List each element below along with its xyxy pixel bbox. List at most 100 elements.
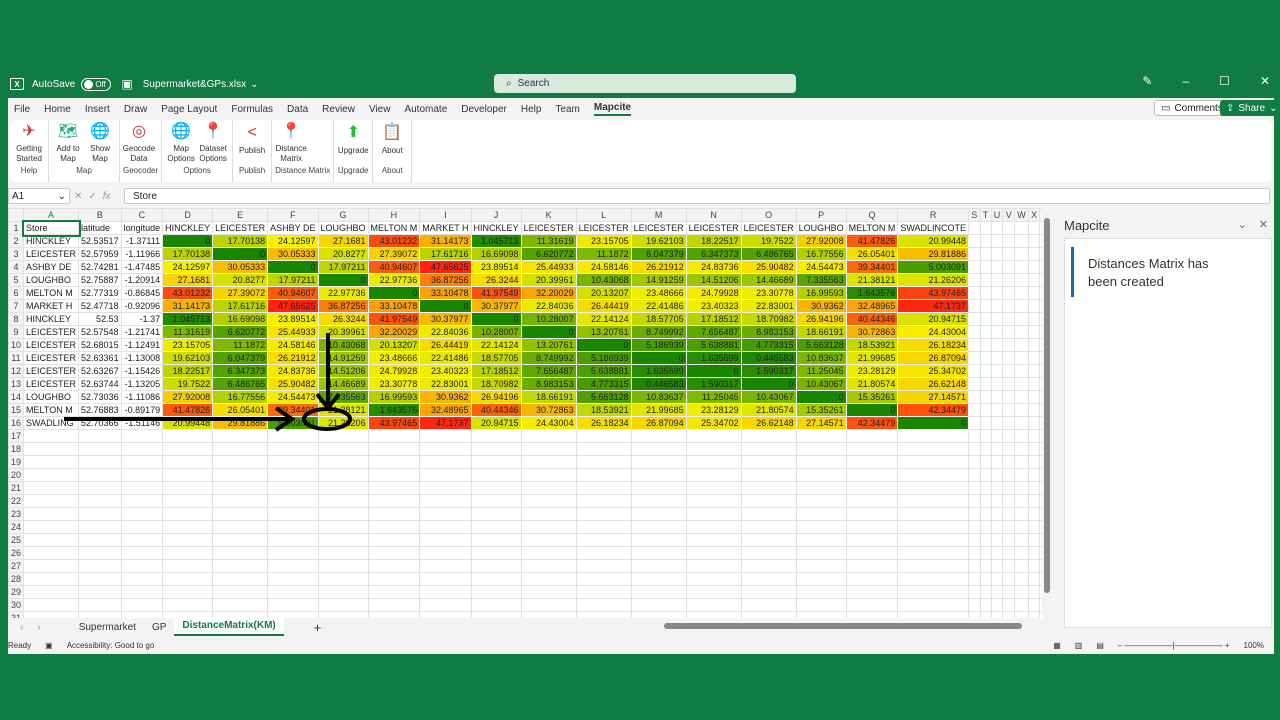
cell[interactable] (685, 442, 742, 456)
cell[interactable] (1013, 377, 1029, 391)
cell[interactable]: 0 (367, 286, 421, 300)
row-header[interactable]: 20 (8, 468, 25, 482)
cell[interactable] (979, 351, 992, 365)
cell[interactable] (979, 507, 992, 521)
cell[interactable]: 42.34479 (897, 403, 969, 417)
cell[interactable]: 11.1872 (575, 247, 632, 261)
cell[interactable]: -1.47485 (120, 260, 164, 274)
cell[interactable] (267, 533, 319, 547)
cell[interactable]: LEICESTER (575, 221, 632, 235)
column-header[interactable]: D (162, 208, 214, 222)
cell[interactable]: 23.40323 (685, 299, 742, 313)
cell[interactable] (1002, 494, 1015, 508)
cell[interactable]: 17.61716 (419, 247, 472, 261)
cell[interactable]: 26.05401 (212, 403, 269, 417)
cell[interactable] (212, 572, 269, 586)
cell[interactable]: 26.44419 (419, 338, 472, 352)
cell[interactable] (1013, 351, 1029, 365)
accessibility-status[interactable]: Accessibility: Good to go (67, 641, 155, 650)
row-header[interactable]: 15 (8, 403, 25, 417)
cell[interactable] (1002, 598, 1015, 612)
about-button[interactable]: 📋 About (376, 120, 408, 164)
cell[interactable] (120, 559, 164, 573)
horizontal-scrollbar[interactable] (658, 622, 1038, 630)
cell[interactable] (795, 455, 847, 469)
cell[interactable]: 5.638881 (685, 338, 742, 352)
column-header[interactable]: V (1002, 208, 1015, 222)
name-box[interactable]: A1 ⌄ (8, 188, 70, 204)
cell[interactable] (1027, 598, 1041, 612)
menu-tab-file[interactable]: File (14, 104, 30, 115)
column-header[interactable]: E (212, 208, 269, 222)
cell[interactable]: 0 (470, 312, 522, 326)
cell[interactable]: 16.77556 (212, 390, 269, 404)
cell[interactable]: 10.43068 (317, 338, 369, 352)
cell[interactable] (1002, 234, 1015, 248)
cell[interactable] (1027, 520, 1041, 534)
cell[interactable] (795, 559, 847, 573)
cell[interactable] (1013, 442, 1029, 456)
cell[interactable]: 30.72863 (520, 403, 577, 417)
cell[interactable]: 5.003091 (267, 416, 319, 430)
cell[interactable]: -1.51146 (120, 416, 164, 430)
cell[interactable] (795, 442, 847, 456)
cell[interactable]: 1.643576 (367, 403, 421, 417)
cell[interactable] (520, 429, 577, 443)
cell[interactable] (795, 520, 847, 534)
cell[interactable] (367, 533, 421, 547)
dataset-options-button[interactable]: 📍 Dataset Options (197, 120, 229, 164)
cell[interactable] (845, 572, 899, 586)
cell[interactable] (120, 598, 164, 612)
cell[interactable]: HINCKLEY (470, 221, 522, 235)
cell[interactable]: 24.43004 (897, 325, 969, 339)
cell[interactable] (685, 546, 742, 560)
cell[interactable] (1027, 481, 1041, 495)
macro-record-icon[interactable]: ▣ (45, 641, 53, 650)
zoom-level[interactable]: 100% (1244, 641, 1264, 650)
cell[interactable]: 24.79928 (685, 286, 742, 300)
cell[interactable] (1002, 585, 1015, 599)
cell[interactable] (1027, 546, 1041, 560)
cell[interactable] (685, 598, 742, 612)
cell[interactable]: 1.635699 (685, 351, 742, 365)
cell[interactable] (317, 442, 369, 456)
cell[interactable] (1027, 234, 1041, 248)
cell[interactable] (740, 546, 797, 560)
cell[interactable] (1027, 416, 1041, 430)
cell[interactable] (520, 546, 577, 560)
cell[interactable]: HINCKLEY (23, 312, 80, 326)
cell[interactable] (1013, 364, 1029, 378)
cell[interactable]: -1.12491 (120, 338, 164, 352)
cell[interactable] (267, 598, 319, 612)
cell[interactable]: 30.72863 (845, 325, 899, 339)
cell[interactable] (419, 533, 472, 547)
cell[interactable]: 24.83736 (685, 260, 742, 274)
cell[interactable] (897, 507, 969, 521)
menu-tab-automate[interactable]: Automate (404, 104, 447, 115)
cell[interactable]: 26.05401 (845, 247, 899, 261)
cell[interactable]: 11.25045 (685, 390, 742, 404)
cell[interactable] (968, 221, 981, 235)
cell[interactable]: 0 (267, 260, 319, 274)
cell[interactable]: 1.045713 (162, 312, 214, 326)
cell[interactable] (845, 585, 899, 599)
cell[interactable] (1013, 247, 1029, 261)
cell[interactable] (968, 403, 981, 417)
cell[interactable]: 0 (520, 325, 577, 339)
sheet-tab[interactable]: DistanceMatrix(KM) (174, 618, 284, 636)
cell[interactable] (979, 468, 992, 482)
menu-tab-mapcite[interactable]: Mapcite (593, 102, 632, 116)
cell[interactable]: 20.99448 (162, 416, 214, 430)
cell[interactable] (897, 455, 969, 469)
cell[interactable]: 40.44346 (470, 403, 522, 417)
row-header[interactable]: 9 (8, 325, 25, 339)
cell[interactable] (845, 468, 899, 482)
cell[interactable] (267, 572, 319, 586)
cell[interactable] (267, 429, 319, 443)
cell[interactable]: 41.97549 (367, 312, 421, 326)
cell[interactable] (1027, 286, 1041, 300)
cell[interactable] (979, 286, 992, 300)
cell[interactable]: 52.63361 (78, 351, 122, 365)
cell[interactable] (845, 520, 899, 534)
cell[interactable] (1002, 377, 1015, 391)
